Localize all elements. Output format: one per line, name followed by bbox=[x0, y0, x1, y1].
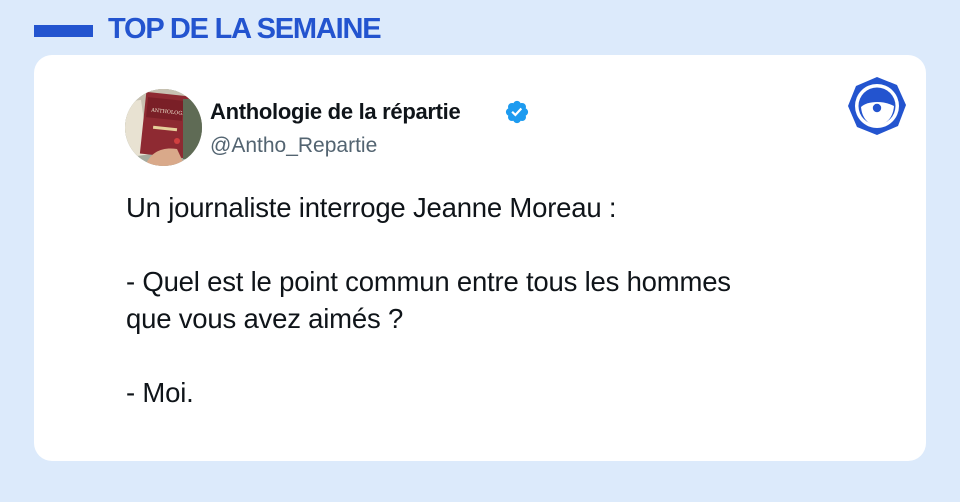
round-face-logo-icon[interactable] bbox=[847, 76, 907, 136]
tweet-text: Un journaliste interroge Jeanne Moreau :… bbox=[126, 189, 886, 411]
tweet-card: ANTHOLOGIE DE LA RÉPARTIE Anthologie de … bbox=[34, 55, 926, 461]
tweet-line: Un journaliste interroge Jeanne Moreau : bbox=[126, 192, 617, 223]
tweet-line: que vous avez aimés ? bbox=[126, 303, 404, 334]
header-accent-bar bbox=[34, 25, 93, 37]
author-avatar[interactable]: ANTHOLOGIE DE LA RÉPARTIE bbox=[125, 89, 202, 166]
section-title: TOP DE LA SEMAINE bbox=[108, 13, 382, 45]
tweet-line: - Quel est le point commun entre tous le… bbox=[126, 266, 731, 297]
author-handle[interactable]: @Antho_Repartie bbox=[210, 133, 377, 159]
book-cover-avatar-icon: ANTHOLOGIE DE LA RÉPARTIE bbox=[125, 89, 202, 166]
tweet-line: - Moi. bbox=[126, 377, 194, 408]
verified-badge-icon bbox=[505, 100, 529, 124]
author-name[interactable]: Anthologie de la répartie bbox=[210, 99, 461, 125]
